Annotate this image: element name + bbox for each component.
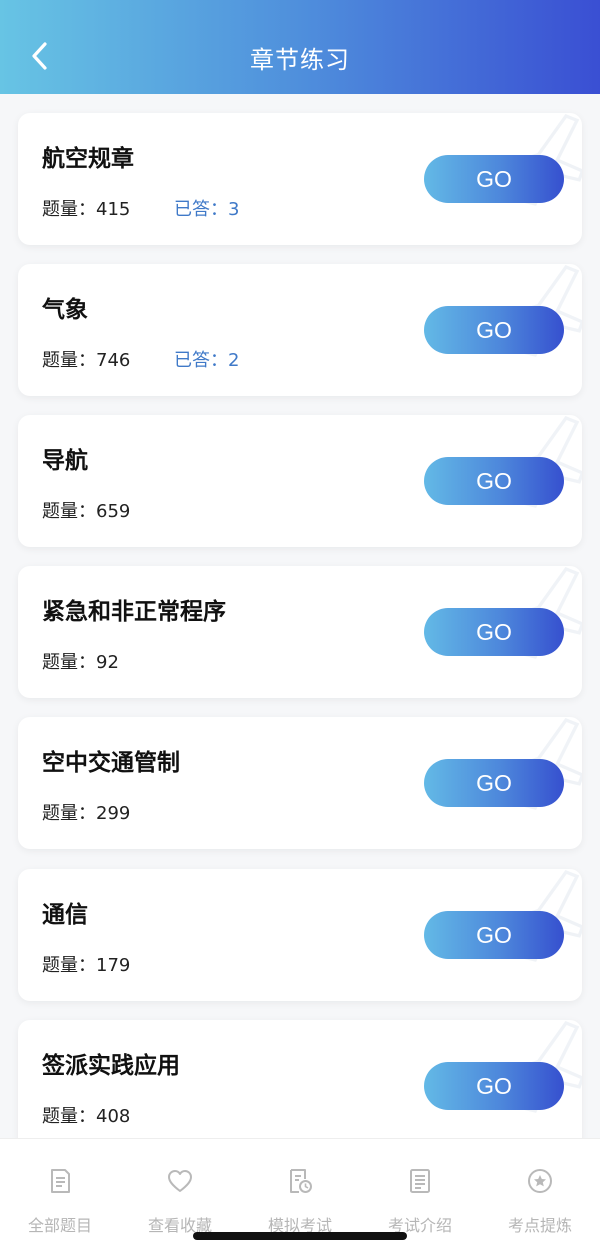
question-count: 题量：415 [42, 199, 131, 220]
chapter-title: 导航 [42, 448, 88, 474]
exam-clock-icon [290, 1169, 312, 1193]
header-bar: 章节练习 [0, 0, 600, 94]
question-count: 题量：299 [42, 803, 131, 824]
list-document-icon [410, 1169, 430, 1193]
question-count: 题量：92 [42, 652, 119, 673]
chapter-card: 通信 题量：179 GO [18, 869, 582, 1001]
chapter-title: 空中交通管制 [42, 750, 180, 776]
tab-all-questions[interactable]: 全部题目 [0, 1139, 120, 1239]
heart-icon [168, 1170, 192, 1192]
go-button[interactable]: GO [424, 306, 564, 354]
go-button[interactable]: GO [424, 155, 564, 203]
go-button[interactable]: GO [424, 1062, 564, 1110]
chapter-title: 气象 [42, 297, 88, 323]
tab-label: 全部题目 [27, 1216, 92, 1235]
chapter-card: 空中交通管制 题量：299 GO [18, 717, 582, 849]
chapter-title: 紧急和非正常程序 [42, 599, 226, 625]
tab-exam-intro[interactable]: 考试介绍 [360, 1139, 480, 1239]
question-count: 题量：746 [42, 350, 131, 371]
answered-count: 已答：2 [174, 350, 240, 371]
chapter-card: 气象 题量：746 已答：2 GO [18, 264, 582, 396]
tab-favorites[interactable]: 查看收藏 [120, 1139, 240, 1239]
home-indicator[interactable] [193, 1232, 407, 1240]
question-count: 题量：408 [42, 1106, 131, 1127]
chapter-card: 航空规章 题量：415 已答：3 GO [18, 113, 582, 245]
document-icon [51, 1169, 70, 1193]
chapter-title: 签派实践应用 [42, 1053, 180, 1079]
tab-mock-exam[interactable]: 模拟考试 [240, 1139, 360, 1239]
question-count: 题量：179 [42, 955, 131, 976]
tab-label: 考点提炼 [507, 1216, 572, 1235]
page-title: 章节练习 [250, 46, 350, 74]
go-button[interactable]: GO [424, 911, 564, 959]
go-button[interactable]: GO [424, 759, 564, 807]
chapter-card: 紧急和非正常程序 题量：92 GO [18, 566, 582, 698]
question-count: 题量：659 [42, 501, 131, 522]
chapter-card: 导航 题量：659 GO [18, 415, 582, 547]
chapter-list: 航空规章 题量：415 已答：3 GO 气象 题量：746 已答：2 GO 导航… [0, 94, 600, 1138]
star-circle-icon [528, 1169, 552, 1193]
chapter-title: 通信 [42, 902, 88, 928]
go-button[interactable]: GO [424, 608, 564, 656]
go-button[interactable]: GO [424, 457, 564, 505]
chapter-card: 签派实践应用 题量：408 GO [18, 1020, 582, 1138]
chapter-title: 航空规章 [42, 146, 134, 172]
answered-count: 已答：3 [174, 199, 240, 220]
tab-key-points[interactable]: 考点提炼 [480, 1139, 600, 1239]
